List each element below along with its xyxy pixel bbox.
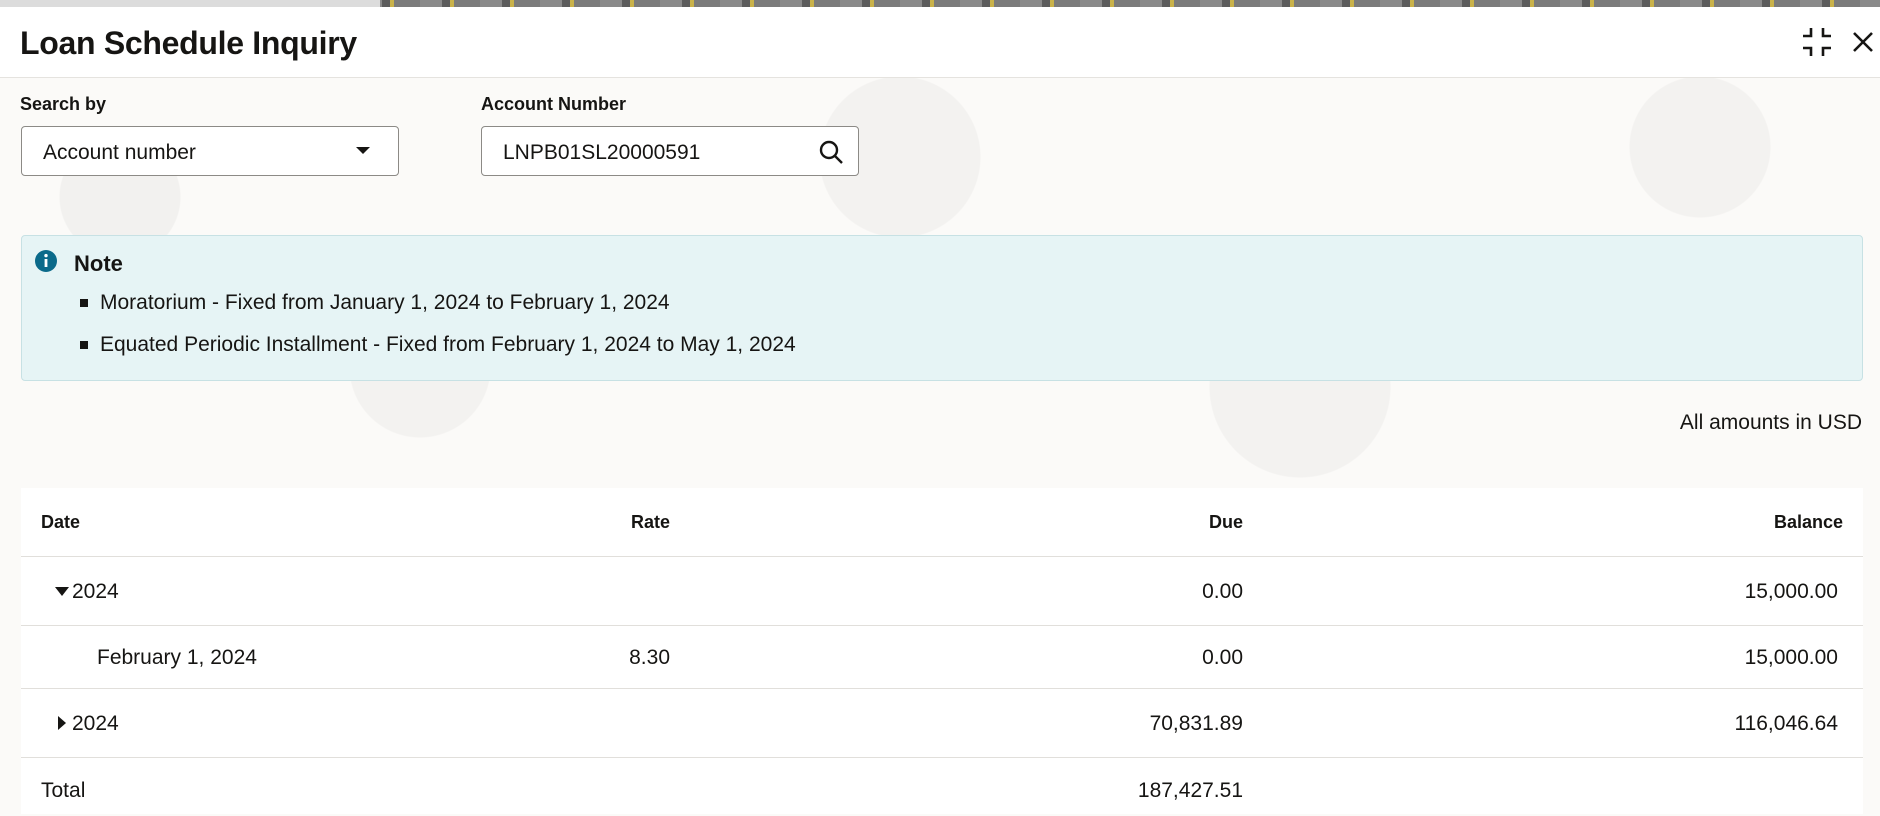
note-item-text: Moratorium - Fixed from January 1, 2024 … xyxy=(100,291,670,314)
note-panel: Note Moratorium - Fixed from January 1, … xyxy=(21,235,1863,381)
row-balance: 15,000.00 xyxy=(1744,646,1838,669)
column-header-balance[interactable]: Balance xyxy=(1621,512,1843,533)
column-header-date[interactable]: Date xyxy=(41,512,80,533)
page-title: Loan Schedule Inquiry xyxy=(20,25,357,61)
caret-down-icon xyxy=(55,587,69,596)
info-icon xyxy=(35,250,57,272)
currency-note: All amounts in USD xyxy=(1679,411,1862,434)
column-header-rate[interactable]: Rate xyxy=(606,512,670,533)
row-due: 0.00 xyxy=(1202,580,1243,603)
row-balance: 116,046.64 xyxy=(1734,712,1838,735)
dialog-header: Loan Schedule Inquiry xyxy=(0,7,1880,78)
expand-toggle[interactable] xyxy=(53,716,71,731)
account-number-field[interactable]: LNPB01SL20000591 xyxy=(481,126,859,176)
total-label: Total xyxy=(41,779,86,802)
row-due: 70,831.89 xyxy=(1149,712,1243,735)
search-by-value: Account number xyxy=(43,141,196,164)
schedule-table: Date Rate Due Balance 2024 0.00 15,000.0… xyxy=(21,488,1863,814)
table-row[interactable]: February 1, 2024 8.30 0.00 15,000.00 xyxy=(21,626,1863,689)
table-row-group[interactable]: 2024 0.00 15,000.00 xyxy=(21,557,1863,626)
note-item-text: Equated Periodic Installment - Fixed fro… xyxy=(100,333,796,356)
row-date: 2024 xyxy=(72,580,119,603)
bullet-icon xyxy=(80,299,88,307)
table-header-row: Date Rate Due Balance xyxy=(21,488,1863,557)
bullet-icon xyxy=(80,341,88,349)
table-total-row: Total 187,427.51 xyxy=(21,758,1863,814)
account-number-label: Account Number xyxy=(481,94,627,114)
note-item: Equated Periodic Installment - Fixed fro… xyxy=(80,324,796,366)
row-balance: 15,000.00 xyxy=(1744,580,1838,603)
loan-schedule-dialog: Loan Schedule Inquiry Search by Account … xyxy=(0,7,1880,816)
search-icon[interactable] xyxy=(818,139,844,165)
collapse-icon[interactable] xyxy=(1800,25,1834,59)
row-rate: 8.30 xyxy=(629,646,670,669)
chevron-down-icon xyxy=(356,147,370,154)
expand-toggle[interactable] xyxy=(53,585,71,599)
caret-right-icon xyxy=(58,716,66,730)
close-icon[interactable] xyxy=(1846,25,1880,59)
total-due: 187,427.51 xyxy=(1137,779,1243,802)
note-list: Moratorium - Fixed from January 1, 2024 … xyxy=(80,282,796,366)
row-date: February 1, 2024 xyxy=(97,646,257,669)
background-window-strip-left xyxy=(0,0,380,7)
background-window-strip xyxy=(0,0,1880,7)
row-due: 0.00 xyxy=(1202,646,1243,669)
row-date: 2024 xyxy=(72,712,119,735)
search-by-label: Search by xyxy=(20,94,107,114)
column-header-due[interactable]: Due xyxy=(1021,512,1243,533)
account-number-value: LNPB01SL20000591 xyxy=(503,141,701,164)
table-row-group[interactable]: 2024 70,831.89 116,046.64 xyxy=(21,689,1863,758)
note-title: Note xyxy=(74,251,123,276)
search-by-select[interactable]: Account number xyxy=(21,126,399,176)
note-item: Moratorium - Fixed from January 1, 2024 … xyxy=(80,282,796,324)
